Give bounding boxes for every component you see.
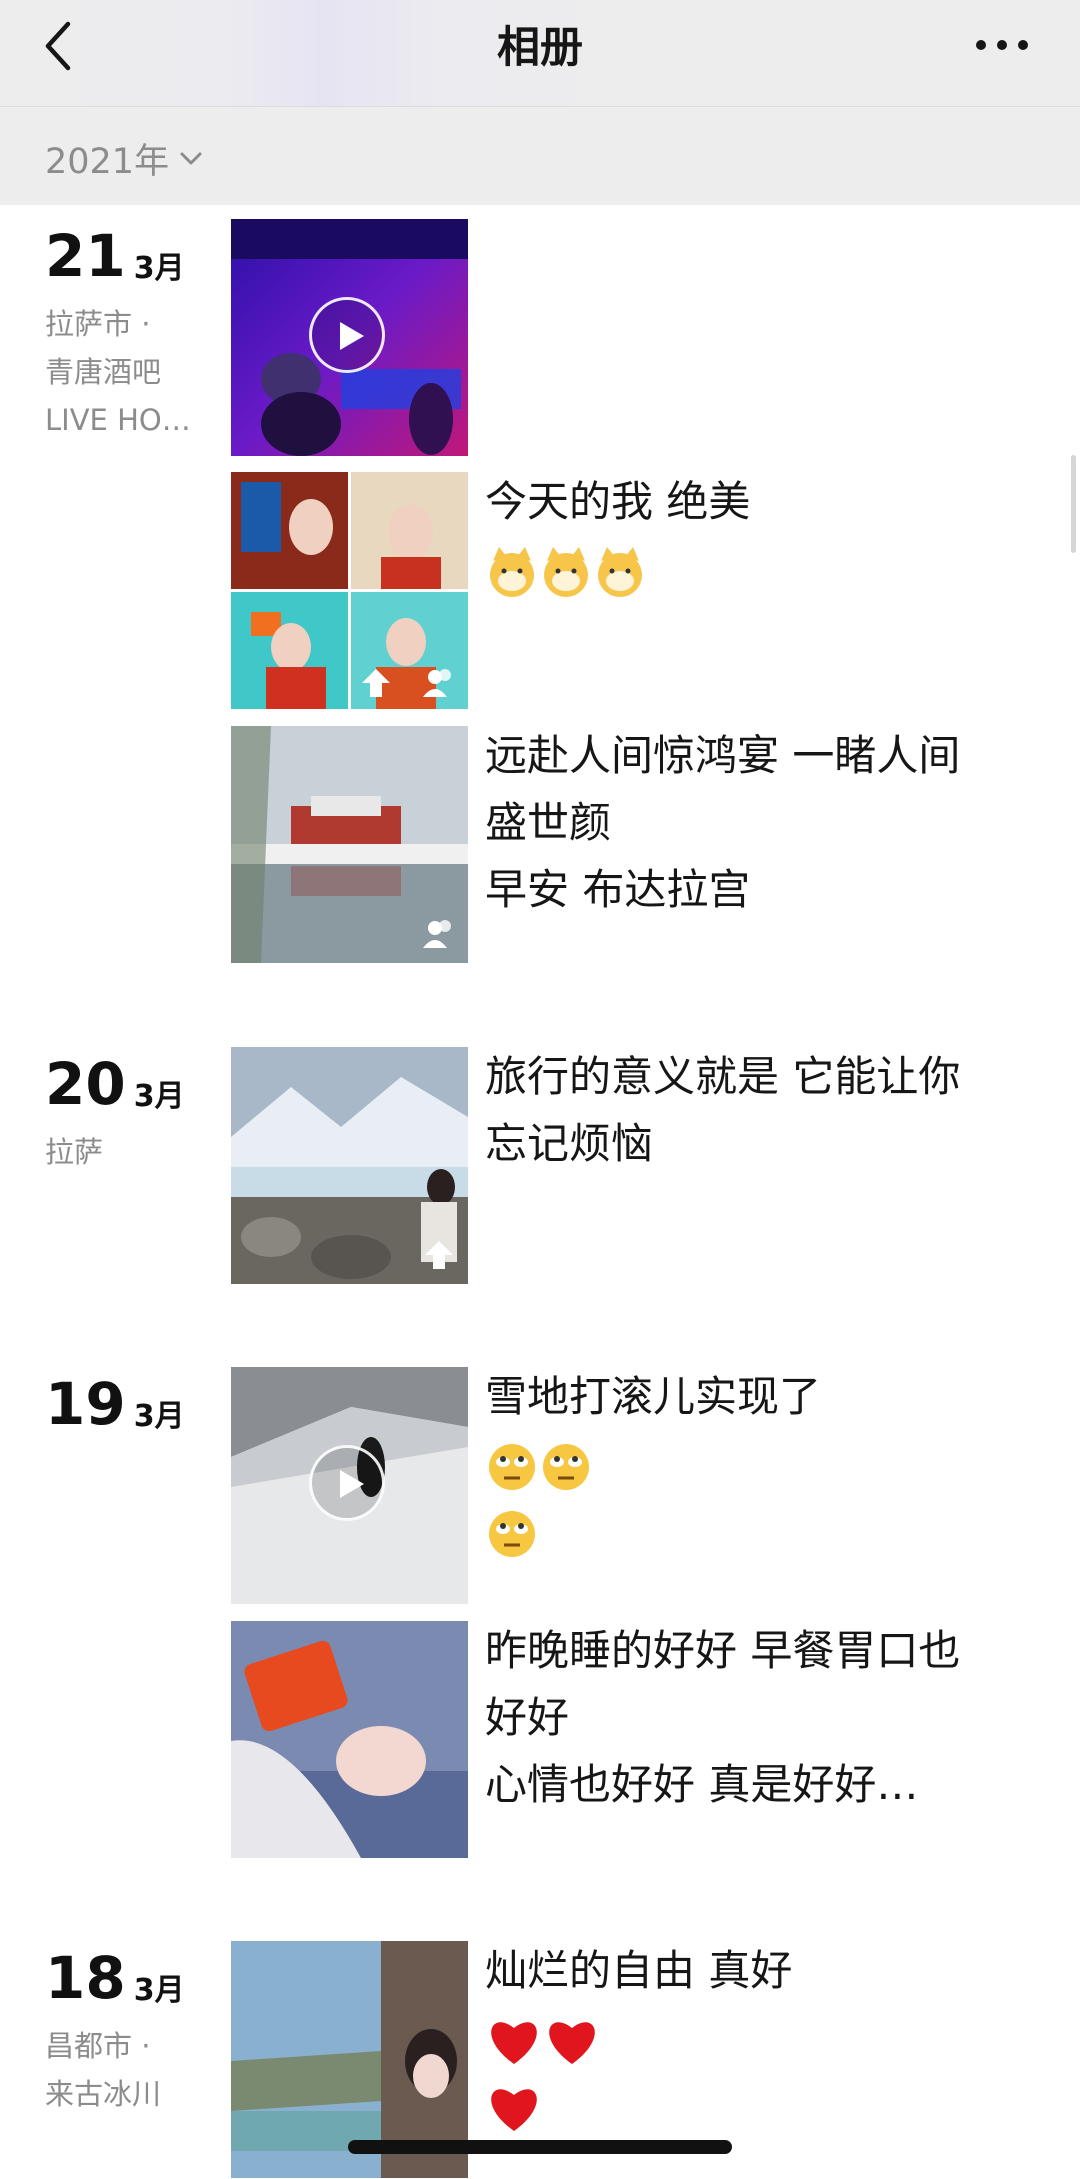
location-line: 来古冰川 [45, 2077, 162, 2111]
scrollbar[interactable] [1071, 455, 1076, 553]
eye-roll-face-emoji [543, 1443, 589, 1490]
location-line: 青唐酒吧 [45, 355, 162, 389]
post-caption[interactable]: 今天的我 绝美 [485, 468, 1025, 602]
photo-thumbnail[interactable] [231, 726, 468, 963]
post-caption[interactable]: 灿烂的自由 真好 [485, 1937, 1025, 2138]
year-bar: 2021年 [0, 107, 1080, 205]
location-line: 拉萨 [45, 1135, 104, 1169]
upload-icon [425, 1241, 453, 1269]
red-heart-emoji [549, 2021, 595, 2064]
date-day: 18 3月 [45, 1944, 185, 2012]
date-day: 19 3月 [45, 1370, 185, 1438]
photo-thumbnail[interactable] [231, 1047, 468, 1284]
location-line: 昌都市 · [45, 2029, 151, 2063]
year-selector[interactable]: 2021年 [45, 133, 203, 184]
photo-grid-thumbnail[interactable] [231, 472, 468, 709]
date-day: 21 3月 [45, 222, 185, 290]
cat-face-emoji [490, 546, 534, 597]
more-dots-icon [976, 40, 1028, 50]
red-heart-emoji [491, 2021, 537, 2064]
date-month: 3月 [133, 1079, 185, 1114]
post-caption[interactable]: 旅行的意义就是 它能让你 忘记烦恼 [485, 1043, 1025, 1177]
post-caption[interactable]: 远赴人间惊鸿宴 一睹人间 盛世颜 早安 布达拉宫 [485, 722, 1025, 923]
cat-face-emoji [598, 546, 642, 597]
page-title: 相册 [497, 23, 583, 73]
video-thumbnail[interactable] [231, 219, 468, 456]
date-month: 3月 [133, 1399, 185, 1434]
upload-icon [362, 669, 390, 697]
date-month: 3月 [133, 1973, 185, 2008]
eye-roll-face-emoji [489, 1510, 535, 1557]
eye-roll-face-emoji [489, 1443, 535, 1490]
post-caption[interactable]: 雪地打滚儿实现了 [485, 1363, 1025, 1564]
nav-bar: 相册 [0, 0, 1080, 107]
more-button[interactable] [974, 30, 1030, 60]
video-thumbnail[interactable] [231, 1367, 468, 1604]
date-day: 20 3月 [45, 1050, 185, 1118]
play-icon [309, 1445, 385, 1521]
phone-and-hands-photo [231, 1621, 468, 1858]
red-heart-emoji [491, 2088, 537, 2131]
location-line: LIVE HO… [45, 403, 191, 437]
location-line: 拉萨市 · [45, 307, 151, 341]
photo-thumbnail[interactable] [231, 1621, 468, 1858]
year-label: 2021年 [45, 142, 170, 182]
group-visible-icon [423, 920, 451, 948]
cat-face-emoji [544, 546, 588, 597]
date-month: 3月 [133, 251, 185, 286]
post-caption[interactable]: 昨晚睡的好好 早餐胃口也 好好 心情也好好 真是好好… [485, 1617, 1025, 1818]
play-icon [309, 297, 385, 373]
group-visible-icon [423, 669, 451, 697]
home-indicator[interactable] [348, 2140, 732, 2154]
chevron-down-icon [180, 152, 202, 164]
